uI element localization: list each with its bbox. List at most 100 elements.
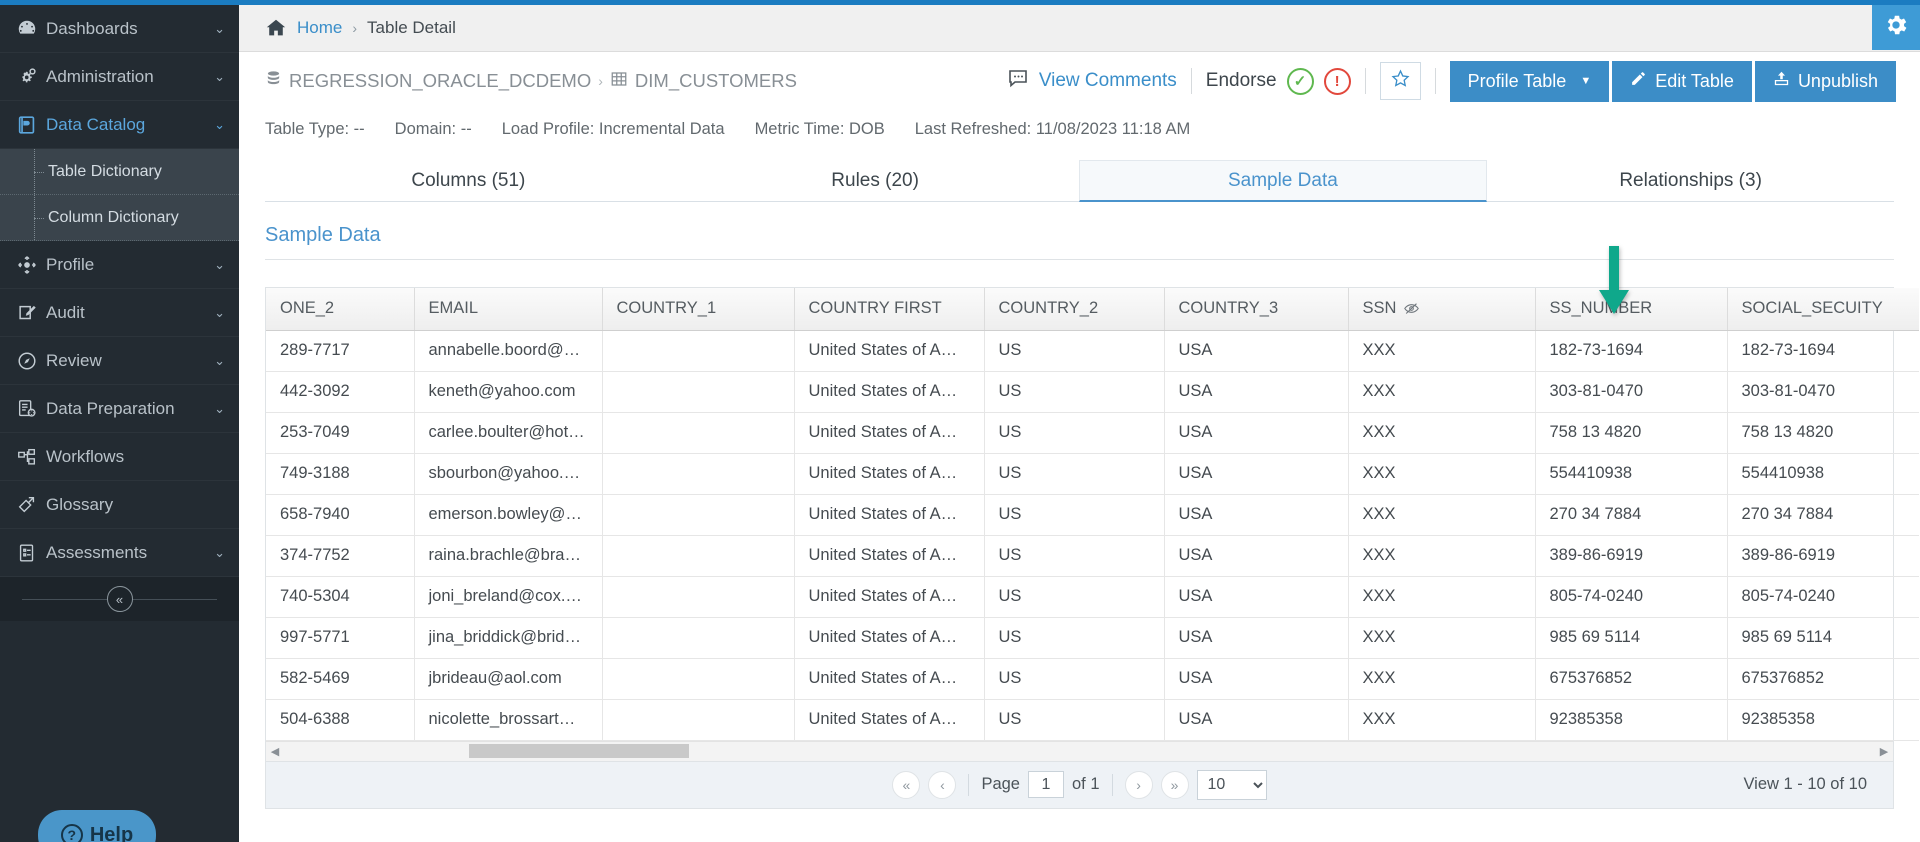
exclamation-circle-icon[interactable]: ! bbox=[1323, 67, 1351, 95]
column-header-one-2[interactable]: ONE_2 bbox=[266, 288, 415, 331]
table-name[interactable]: DIM_CUSTOMERS bbox=[635, 70, 797, 92]
cell-email: sbourbon@yahoo.com bbox=[414, 453, 603, 495]
sidebar-item-label: Profile bbox=[46, 254, 95, 274]
cell-email: nicolette_brossart@b... bbox=[414, 699, 603, 741]
audit-icon bbox=[16, 302, 46, 324]
meta-table-type: Table Type: -- bbox=[265, 119, 365, 138]
table-row[interactable]: 289-7717 annabelle.boord@co... United St… bbox=[266, 330, 1919, 372]
breadcrumb-home-link[interactable]: Home bbox=[297, 18, 342, 38]
cell-country-first: United States of Ame... bbox=[794, 535, 985, 577]
sidebar-item-workflows[interactable]: Workflows bbox=[0, 433, 239, 481]
scroll-right-icon[interactable]: ▶ bbox=[1875, 745, 1893, 758]
cell-country-3: USA bbox=[1164, 453, 1349, 495]
sidebar-item-assessments[interactable]: Assessments ⌄ bbox=[0, 529, 239, 577]
cell-country-2: US bbox=[984, 699, 1165, 741]
cell-email: raina.brachle@brachl... bbox=[414, 535, 603, 577]
collapse-sidebar-icon[interactable]: « bbox=[106, 586, 133, 612]
table-row[interactable]: 740-5304 joni_breland@cox.net United Sta… bbox=[266, 576, 1919, 618]
cell-email: joni_breland@cox.net bbox=[414, 576, 603, 618]
cell-country-2: US bbox=[984, 412, 1165, 454]
sidebar-item-label: Workflows bbox=[46, 446, 125, 466]
scrollbar-track[interactable] bbox=[284, 744, 1875, 758]
table-header-row: ONE_2 EMAIL COUNTRY_1 COUNTRY FIRST COUN… bbox=[266, 288, 1919, 331]
page-size-select[interactable]: 10 bbox=[1196, 769, 1267, 800]
column-header-ss-number[interactable]: SS_NUMBER bbox=[1535, 288, 1728, 331]
table-row[interactable]: 749-3188 sbourbon@yahoo.com United State… bbox=[266, 453, 1919, 495]
column-header-country-2[interactable]: COUNTRY_2 bbox=[984, 288, 1165, 331]
sidebar-item-dashboards[interactable]: Dashboards ⌄ bbox=[0, 5, 239, 53]
column-header-country-3[interactable]: COUNTRY_3 bbox=[1164, 288, 1349, 331]
cell-ss-number: 270 34 7884 bbox=[1535, 494, 1728, 536]
chevron-down-icon: ⌄ bbox=[214, 304, 225, 320]
glossary-icon bbox=[16, 494, 46, 516]
favorite-star-button[interactable] bbox=[1379, 62, 1421, 100]
dashboard-icon bbox=[16, 18, 46, 40]
sidebar-item-profile[interactable]: Profile ⌄ bbox=[0, 241, 239, 289]
table-row[interactable]: 582-5469 jbrideau@aol.com United States … bbox=[266, 658, 1919, 700]
table-icon bbox=[610, 70, 628, 93]
table-row[interactable]: 374-7752 raina.brachle@brachl... United … bbox=[266, 535, 1919, 577]
sidebar-item-glossary[interactable]: Glossary bbox=[0, 481, 239, 529]
database-name[interactable]: REGRESSION_ORACLE_DCDEMO bbox=[289, 70, 591, 92]
table-row[interactable]: 442-3092 keneth@yahoo.com United States … bbox=[266, 371, 1919, 413]
column-header-label: SS_NUMBER bbox=[1549, 299, 1653, 318]
table-row[interactable]: 504-6388 nicolette_brossart@b... United … bbox=[266, 699, 1919, 741]
settings-gear-button[interactable] bbox=[1872, 5, 1920, 50]
tab-rules[interactable]: Rules (20) bbox=[672, 160, 1079, 201]
page-number-input[interactable] bbox=[1028, 771, 1064, 798]
first-page-button[interactable]: « bbox=[892, 770, 921, 799]
home-icon[interactable] bbox=[265, 17, 287, 39]
sidebar-item-column-dictionary[interactable]: Column Dictionary bbox=[0, 195, 239, 241]
column-header-country-first[interactable]: COUNTRY FIRST bbox=[794, 288, 985, 331]
cell-one-2: 997-5771 bbox=[266, 617, 415, 659]
scrollbar-thumb[interactable] bbox=[469, 744, 689, 758]
prev-page-button[interactable]: ‹ bbox=[928, 770, 957, 799]
cell-country-3: USA bbox=[1164, 494, 1349, 536]
chevron-down-icon: ⌄ bbox=[214, 544, 225, 560]
cell-ss-number: 182-73-1694 bbox=[1535, 330, 1728, 372]
column-header-ssn[interactable]: SSN bbox=[1348, 288, 1536, 331]
sidebar-item-data-catalog[interactable]: Data Catalog ⌄ bbox=[0, 101, 239, 149]
cell-ss-number: 675376852 bbox=[1535, 658, 1728, 700]
sidebar-item-data-preparation[interactable]: Data Preparation ⌄ bbox=[0, 385, 239, 433]
sidebar-collapse-row[interactable]: « bbox=[0, 577, 239, 621]
column-header-social-secuity[interactable]: SOCIAL_SECUITY bbox=[1727, 288, 1919, 331]
sidebar-item-label: Glossary bbox=[46, 494, 114, 514]
unpublish-button[interactable]: Unpublish bbox=[1754, 60, 1896, 102]
data-catalog-icon bbox=[16, 114, 46, 136]
scroll-left-icon[interactable]: ◀ bbox=[266, 745, 284, 758]
table-row[interactable]: 253-7049 carlee.boulter@hotm... United S… bbox=[266, 412, 1919, 454]
meta-last-refreshed: Last Refreshed: 11/08/2023 11:18 AM bbox=[914, 119, 1191, 138]
horizontal-scrollbar[interactable]: ◀ ▶ bbox=[266, 740, 1893, 761]
cell-ss-number: 389-86-6919 bbox=[1535, 535, 1728, 577]
sidebar-item-administration[interactable]: Administration ⌄ bbox=[0, 53, 239, 101]
table-row[interactable]: 658-7940 emerson.bowley@bo... United Sta… bbox=[266, 494, 1919, 536]
check-circle-icon[interactable]: ✓ bbox=[1286, 67, 1314, 95]
column-header-email[interactable]: EMAIL bbox=[414, 288, 603, 331]
breadcrumb: Home › Table Detail bbox=[239, 5, 1920, 52]
sidebar-item-review[interactable]: Review ⌄ bbox=[0, 337, 239, 385]
tab-relationships[interactable]: Relationships (3) bbox=[1487, 160, 1894, 201]
sidebar-item-table-dictionary[interactable]: Table Dictionary bbox=[0, 149, 239, 195]
table-row[interactable]: 997-5771 jina_briddick@briddic... United… bbox=[266, 617, 1919, 659]
cell-social-secuity: 182-73-1694 bbox=[1727, 330, 1919, 372]
profile-table-button[interactable]: Profile Table ▼ bbox=[1449, 60, 1610, 102]
cell-social-secuity: 92385358 bbox=[1727, 699, 1919, 741]
tab-sample-data[interactable]: Sample Data bbox=[1078, 160, 1488, 202]
help-button[interactable]: ? Help bbox=[38, 810, 156, 842]
pagination-controls: « ‹ Page of 1 › » 10 bbox=[266, 769, 1893, 800]
last-page-button[interactable]: » bbox=[1160, 770, 1189, 799]
header-actions: View Comments Endorse ✓ ! Profile Table bbox=[1006, 60, 1896, 102]
cell-country-2: US bbox=[984, 535, 1165, 577]
cell-country-2: US bbox=[984, 658, 1165, 700]
edit-table-button[interactable]: Edit Table bbox=[1612, 60, 1752, 102]
tab-columns[interactable]: Columns (51) bbox=[265, 160, 672, 201]
chevron-down-icon: ▼ bbox=[1580, 75, 1592, 87]
sidebar-item-audit[interactable]: Audit ⌄ bbox=[0, 289, 239, 337]
cell-country-1 bbox=[602, 699, 795, 741]
next-page-button[interactable]: › bbox=[1124, 770, 1153, 799]
view-comments-button[interactable]: View Comments bbox=[1006, 66, 1191, 96]
cell-country-first: United States of Ame... bbox=[794, 576, 985, 618]
sidebar-item-label: Assessments bbox=[46, 542, 148, 562]
column-header-country-1[interactable]: COUNTRY_1 bbox=[602, 288, 795, 331]
